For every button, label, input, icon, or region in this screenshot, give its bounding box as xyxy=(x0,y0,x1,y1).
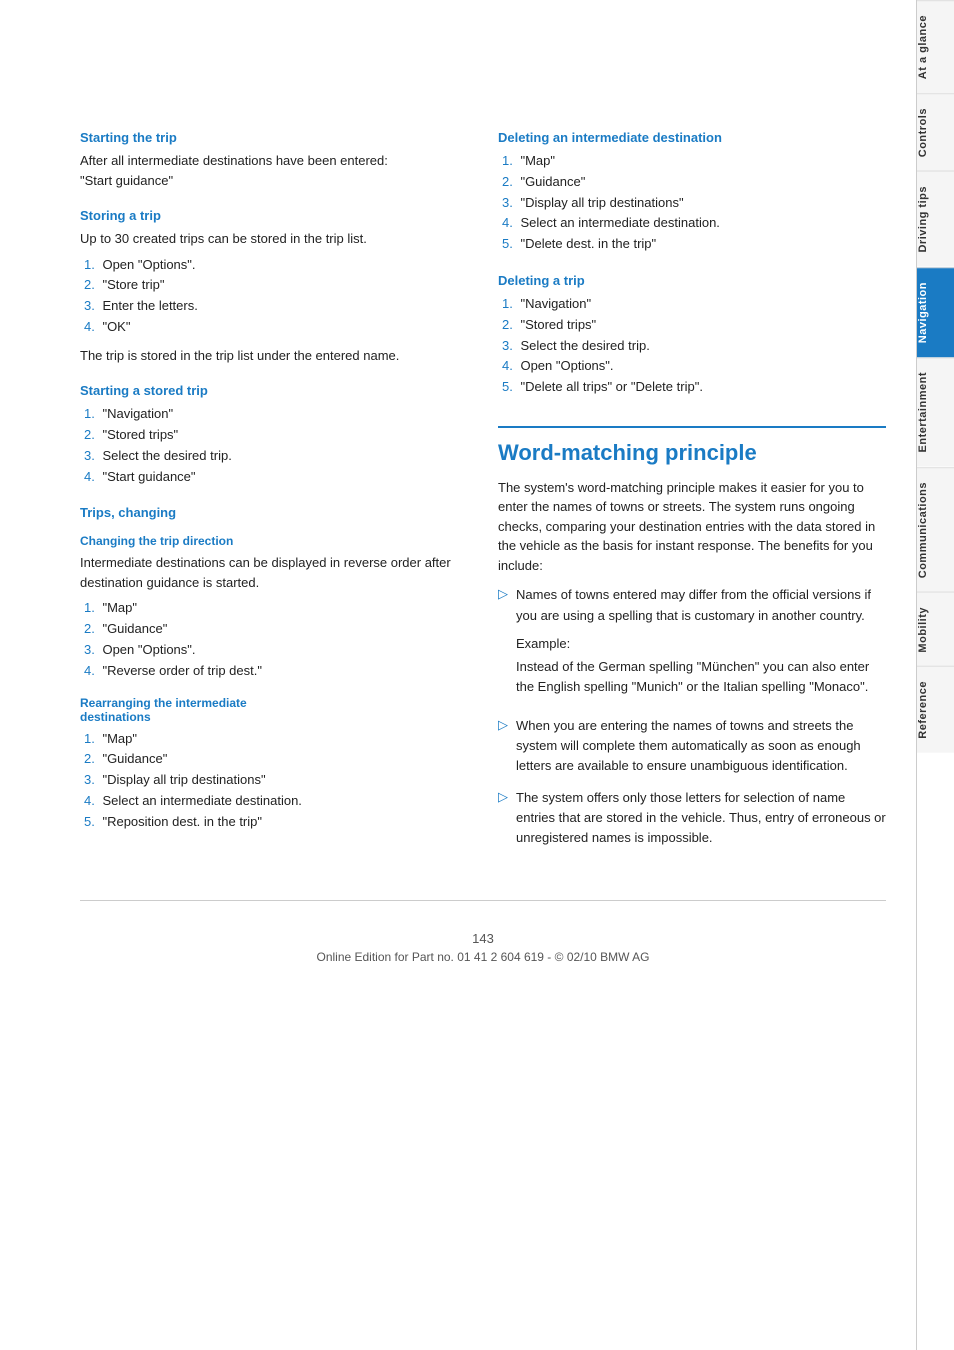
step-item: 1. "Map" xyxy=(498,151,886,172)
deleting-trip-title: Deleting a trip xyxy=(498,273,886,288)
starting-stored-trip-title: Starting a stored trip xyxy=(80,383,468,398)
sidebar: At a glance Controls Driving tips Naviga… xyxy=(916,0,954,1350)
right-column: Deleting an intermediate destination 1. … xyxy=(498,130,886,860)
storing-trip-title: Storing a trip xyxy=(80,208,468,223)
rearranging-subtitle: Rearranging the intermediatedestinations xyxy=(80,696,468,724)
word-matching-title: Word-matching principle xyxy=(498,426,886,466)
step-item: 4. "Reverse order of trip dest." xyxy=(80,661,468,682)
bullet-arrow-icon: ▷ xyxy=(498,586,508,602)
bullet-item-1: ▷ Names of towns entered may differ from… xyxy=(498,585,886,703)
step-item: 3. Select the desired trip. xyxy=(80,446,468,467)
bullet-item-3: ▷ The system offers only those letters f… xyxy=(498,788,886,848)
changing-direction-steps: 1. "Map" 2. "Guidance" 3. Open "Options"… xyxy=(80,598,468,681)
footer-text: Online Edition for Part no. 01 41 2 604 … xyxy=(80,950,886,964)
changing-direction-subtitle: Changing the trip direction xyxy=(80,534,468,548)
step-item: 5. "Reposition dest. in the trip" xyxy=(80,812,468,833)
deleting-trip-steps: 1. "Navigation" 2. "Stored trips" 3. Sel… xyxy=(498,294,886,398)
word-matching-intro: The system's word-matching principle mak… xyxy=(498,478,886,576)
main-content: Starting the trip After all intermediate… xyxy=(0,0,916,1350)
step-item: 3. Enter the letters. xyxy=(80,296,468,317)
step-item: 3. Select the desired trip. xyxy=(498,336,886,357)
step-item: 2. "Guidance" xyxy=(498,172,886,193)
example-block: Example: Instead of the German spelling … xyxy=(516,634,886,698)
sidebar-tab-reference[interactable]: Reference xyxy=(917,666,954,753)
deleting-intermediate-steps: 1. "Map" 2. "Guidance" 3. "Display all t… xyxy=(498,151,886,255)
step-item: 1. "Navigation" xyxy=(80,404,468,425)
step-item: 1. "Navigation" xyxy=(498,294,886,315)
sidebar-tab-mobility[interactable]: Mobility xyxy=(917,592,954,667)
starting-stored-trip-steps: 1. "Navigation" 2. "Stored trips" 3. Sel… xyxy=(80,404,468,487)
trips-changing-title: Trips, changing xyxy=(80,505,468,520)
storing-trip-steps: 1. Open "Options". 2. "Store trip" 3. En… xyxy=(80,255,468,338)
step-item: 2. "Guidance" xyxy=(80,749,468,770)
page-number: 143 xyxy=(80,931,886,946)
step-item: 4. Select an intermediate destination. xyxy=(80,791,468,812)
sidebar-tab-driving-tips[interactable]: Driving tips xyxy=(917,171,954,267)
sidebar-tab-at-a-glance[interactable]: At a glance xyxy=(917,0,954,93)
storing-trip-note: The trip is stored in the trip list unde… xyxy=(80,346,468,366)
deleting-intermediate-title: Deleting an intermediate destination xyxy=(498,130,886,145)
step-item: 2. "Guidance" xyxy=(80,619,468,640)
bullet-content-1: Names of towns entered may differ from t… xyxy=(516,585,886,703)
step-item: 4. Select an intermediate destination. xyxy=(498,213,886,234)
sidebar-tab-communications[interactable]: Communications xyxy=(917,467,954,592)
step-item: 4. "OK" xyxy=(80,317,468,338)
step-item: 4. Open "Options". xyxy=(498,356,886,377)
storing-trip-body: Up to 30 created trips can be stored in … xyxy=(80,229,468,249)
starting-trip-title: Starting the trip xyxy=(80,130,468,145)
step-item: 3. "Display all trip destinations" xyxy=(80,770,468,791)
step-item: 5. "Delete dest. in the trip" xyxy=(498,234,886,255)
step-item: 1. "Map" xyxy=(80,729,468,750)
sidebar-tab-entertainment[interactable]: Entertainment xyxy=(917,357,954,466)
step-item: 3. "Display all trip destinations" xyxy=(498,193,886,214)
bullet-arrow-icon: ▷ xyxy=(498,717,508,733)
step-item: 4. "Start guidance" xyxy=(80,467,468,488)
changing-direction-body: Intermediate destinations can be display… xyxy=(80,553,468,592)
step-item: 5. "Delete all trips" or "Delete trip". xyxy=(498,377,886,398)
step-item: 2. "Store trip" xyxy=(80,275,468,296)
step-item: 3. Open "Options". xyxy=(80,640,468,661)
sidebar-tab-navigation[interactable]: Navigation xyxy=(917,267,954,357)
sidebar-tab-controls[interactable]: Controls xyxy=(917,93,954,171)
word-matching-bullets: ▷ Names of towns entered may differ from… xyxy=(498,585,886,848)
step-item: 2. "Stored trips" xyxy=(498,315,886,336)
rearranging-steps: 1. "Map" 2. "Guidance" 3. "Display all t… xyxy=(80,729,468,833)
page-footer: 143 Online Edition for Part no. 01 41 2 … xyxy=(80,900,886,984)
bullet-item-2: ▷ When you are entering the names of tow… xyxy=(498,716,886,776)
step-item: 1. "Map" xyxy=(80,598,468,619)
step-item: 2. "Stored trips" xyxy=(80,425,468,446)
left-column: Starting the trip After all intermediate… xyxy=(80,130,468,860)
step-item: 1. Open "Options". xyxy=(80,255,468,276)
starting-trip-body: After all intermediate destinations have… xyxy=(80,151,468,190)
bullet-arrow-icon: ▷ xyxy=(498,789,508,805)
